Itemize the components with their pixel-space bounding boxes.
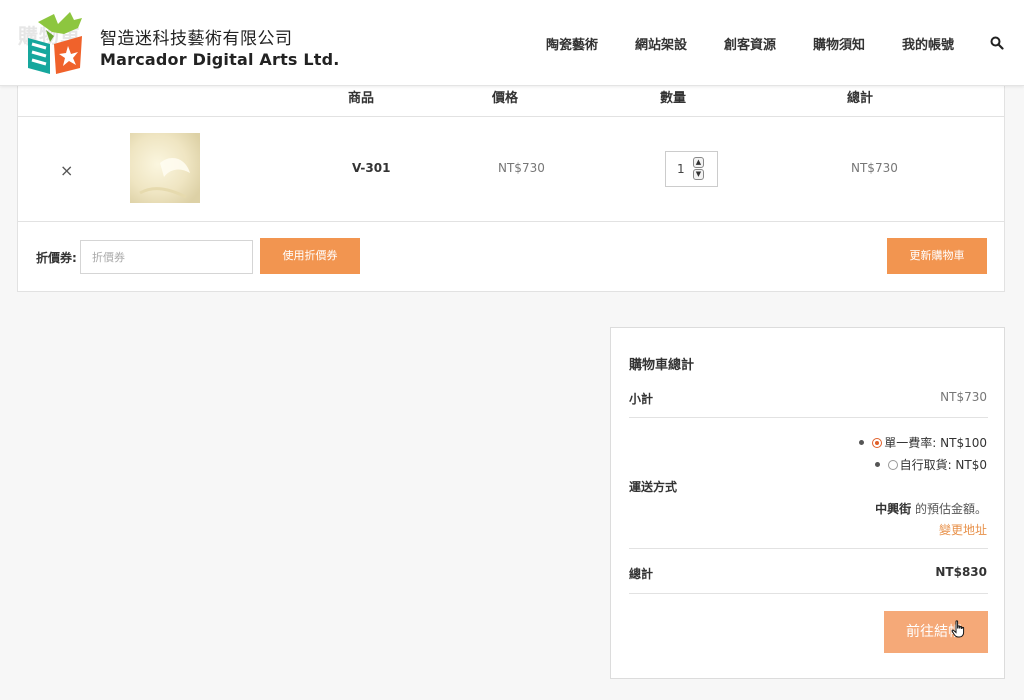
divider [629, 548, 988, 549]
column-total: 總計 [847, 91, 874, 106]
cart-totals-title: 購物車總計 [629, 358, 695, 373]
nav-maker[interactable]: 創客資源 [724, 34, 776, 53]
total-value: NT$830 [935, 565, 987, 579]
coupon-input[interactable] [80, 240, 253, 274]
product-name[interactable]: V-301 [352, 161, 390, 175]
quantity-arrows: ▲ ▼ [693, 157, 705, 181]
nav-web[interactable]: 網站架設 [635, 34, 687, 53]
cart-table: 商品 價格 數量 總計 × V-301 NT$730 1 ▲ ▼ NT$730 … [17, 80, 1005, 292]
column-quantity: 數量 [660, 91, 687, 106]
shipping-option-flat-label[interactable]: 單一費率: NT$100 [884, 434, 987, 451]
divider [629, 593, 988, 594]
shipping-note-text: 的預估金額。 [911, 502, 987, 516]
cart-totals: 購物車總計 小計 NT$730 運送方式 單一費率: NT$100 自行取貨: … [610, 327, 1005, 679]
column-price: 價格 [492, 91, 519, 106]
checkout-button[interactable]: 前往結帳 [884, 611, 988, 653]
nav-my-account[interactable]: 我的帳號 [902, 34, 954, 53]
subtotal-value: NT$730 [940, 390, 987, 404]
hand-cursor-icon [951, 620, 965, 638]
row-divider [18, 221, 1004, 222]
search-icon[interactable] [990, 36, 1004, 50]
main-nav: 陶瓷藝術 網站架設 創客資源 購物須知 我的帳號 [0, 34, 1024, 54]
nav-shopping-info[interactable]: 購物須知 [813, 34, 865, 53]
shipping-label: 運送方式 [629, 480, 678, 494]
shipping-place: 中興街 [875, 502, 912, 516]
remove-item-button[interactable]: × [60, 161, 73, 180]
column-product: 商品 [348, 91, 375, 106]
total-label: 總計 [629, 567, 654, 581]
change-address-link[interactable]: 變更地址 [939, 521, 987, 538]
coupon-label: 折價券: [36, 251, 77, 265]
shipping-option-pickup-label[interactable]: 自行取貨: NT$0 [900, 456, 987, 473]
site-header: 購物車 智造迷科技藝術有限公司 Marcador Digital Arts Lt… [0, 0, 1024, 86]
header-divider [18, 116, 1004, 117]
product-price: NT$730 [498, 161, 545, 175]
chevron-down-icon[interactable]: ▼ [693, 169, 704, 180]
bullet-icon [859, 440, 865, 445]
quantity-stepper[interactable]: 1 ▲ ▼ [665, 151, 718, 187]
update-cart-button[interactable]: 更新購物車 [887, 238, 987, 274]
radio-flat-rate[interactable] [872, 437, 883, 448]
subtotal-label: 小計 [629, 392, 654, 406]
shipping-option-flat[interactable]: 單一費率: NT$100 [859, 434, 987, 451]
product-thumbnail[interactable] [130, 133, 200, 203]
quantity-value[interactable]: 1 [677, 162, 685, 176]
nav-ceramics[interactable]: 陶瓷藝術 [546, 34, 598, 53]
bullet-icon [874, 462, 880, 467]
shipping-estimate-note: 中興街 的預估金額。 [875, 500, 987, 517]
chevron-up-icon[interactable]: ▲ [693, 157, 704, 168]
radio-pickup[interactable] [887, 459, 898, 470]
divider [629, 417, 988, 418]
shipping-option-pickup[interactable]: 自行取貨: NT$0 [874, 456, 987, 473]
line-total: NT$730 [851, 161, 898, 175]
apply-coupon-button[interactable]: 使用折價券 [260, 238, 360, 274]
